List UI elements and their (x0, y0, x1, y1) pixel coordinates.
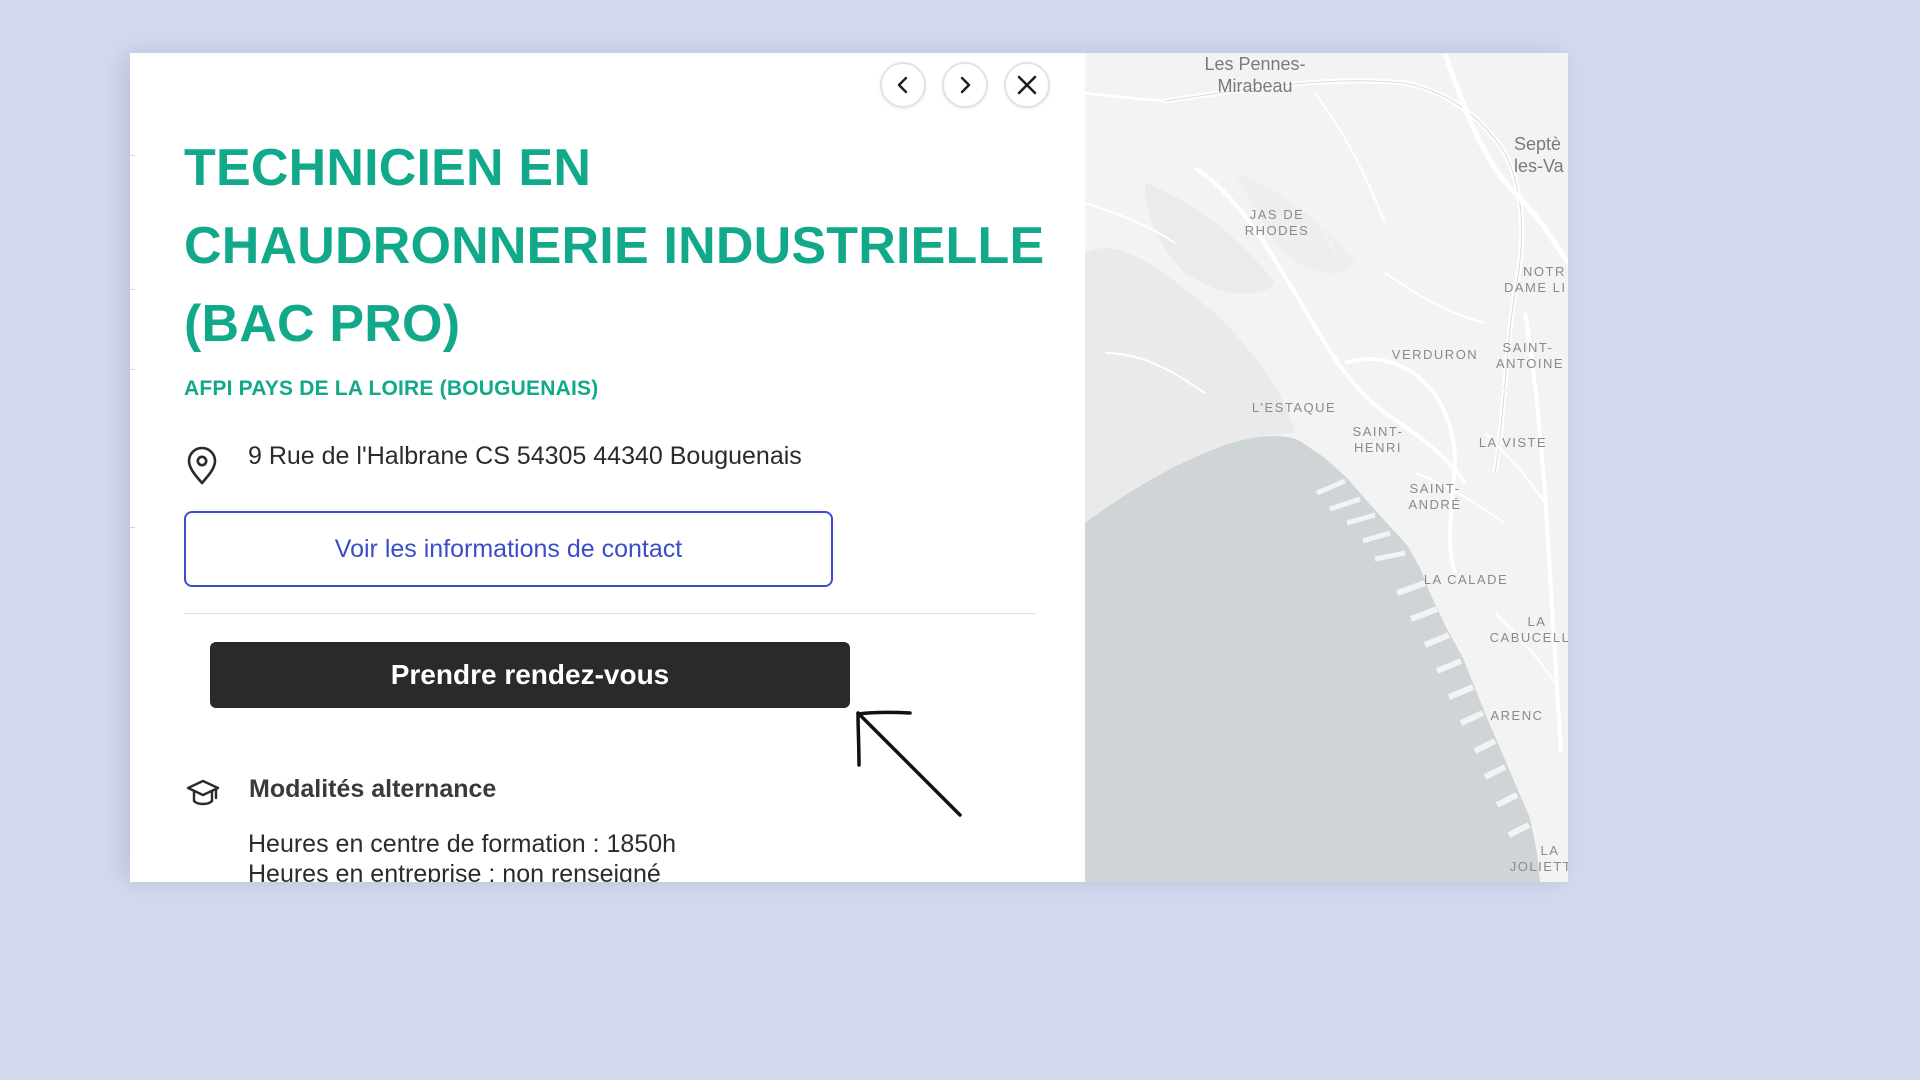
map-label: JAS DE (1250, 207, 1305, 222)
map-label: ARENC (1490, 708, 1543, 723)
map-label: SAINT- (1410, 481, 1461, 496)
organization-name: AFPI PAYS DE LA LOIRE (BOUGUENAIS) (184, 377, 599, 400)
map-label: JOLIETT (1510, 859, 1568, 874)
appointment-button[interactable]: Prendre rendez-vous (210, 642, 850, 708)
title-line: TECHNICIEN EN (184, 139, 592, 197)
map-label: Mirabeau (1217, 76, 1292, 96)
next-button[interactable] (942, 62, 988, 108)
map-label: SAINT- (1503, 340, 1554, 355)
training-title: TECHNICIEN EN CHAUDRONNERIE INDUSTRIELLE… (184, 129, 1064, 363)
map-label: ANDRÉ (1408, 497, 1461, 512)
map-label: les-Va (1514, 156, 1565, 176)
map-label: LA (1541, 843, 1560, 858)
map-pin-icon (187, 446, 217, 485)
previous-button[interactable] (880, 62, 926, 108)
map-label: SAINT- (1353, 424, 1404, 439)
map-label: DAME LI (1504, 280, 1567, 295)
map-label: RHODES (1245, 223, 1310, 238)
map-label: CABUCELL (1490, 630, 1568, 645)
map-label: HENRI (1354, 440, 1402, 455)
training-detail-panel: TECHNICIEN EN CHAUDRONNERIE INDUSTRIELLE… (130, 53, 1085, 882)
alternance-line: Heures en centre de formation : 1850h (248, 830, 677, 858)
alternance-title: Modalités alternance (249, 775, 497, 803)
app-window: TECHNICIEN EN CHAUDRONNERIE INDUSTRIELLE… (130, 53, 1568, 882)
map-label: LA VISTE (1479, 435, 1547, 450)
map-label: ANTOINE (1496, 356, 1564, 371)
map-label: NOTR (1523, 264, 1566, 279)
chevron-right-icon (960, 76, 971, 94)
annotation-arrow-icon (856, 710, 962, 817)
map-label: Les Pennes- (1204, 54, 1305, 74)
section-divider (184, 613, 1036, 614)
address-text: 9 Rue de l'Halbrane CS 54305 44340 Bougu… (248, 442, 802, 470)
close-icon (1017, 75, 1037, 95)
chevron-left-icon (897, 76, 908, 94)
close-button[interactable] (1004, 62, 1050, 108)
map-label: LA CALADE (1424, 572, 1508, 587)
alternance-line: Heures en entreprise : non renseigné (248, 860, 661, 882)
map-label: LA (1528, 614, 1547, 629)
title-line: CHAUDRONNERIE INDUSTRIELLE (184, 217, 1045, 275)
contact-info-button[interactable]: Voir les informations de contact (184, 511, 833, 587)
map-label: Septè (1514, 134, 1561, 154)
title-line: (BAC PRO) (184, 295, 461, 353)
map-label: L'ESTAQUE (1252, 400, 1336, 415)
map-canvas: Les Pennes- Mirabeau Septè les-Va JAS DE… (1085, 53, 1568, 882)
map-label: VERDURON (1392, 347, 1478, 362)
map-view[interactable]: Les Pennes- Mirabeau Septè les-Va JAS DE… (1085, 53, 1568, 882)
graduation-cap-icon (186, 779, 220, 806)
